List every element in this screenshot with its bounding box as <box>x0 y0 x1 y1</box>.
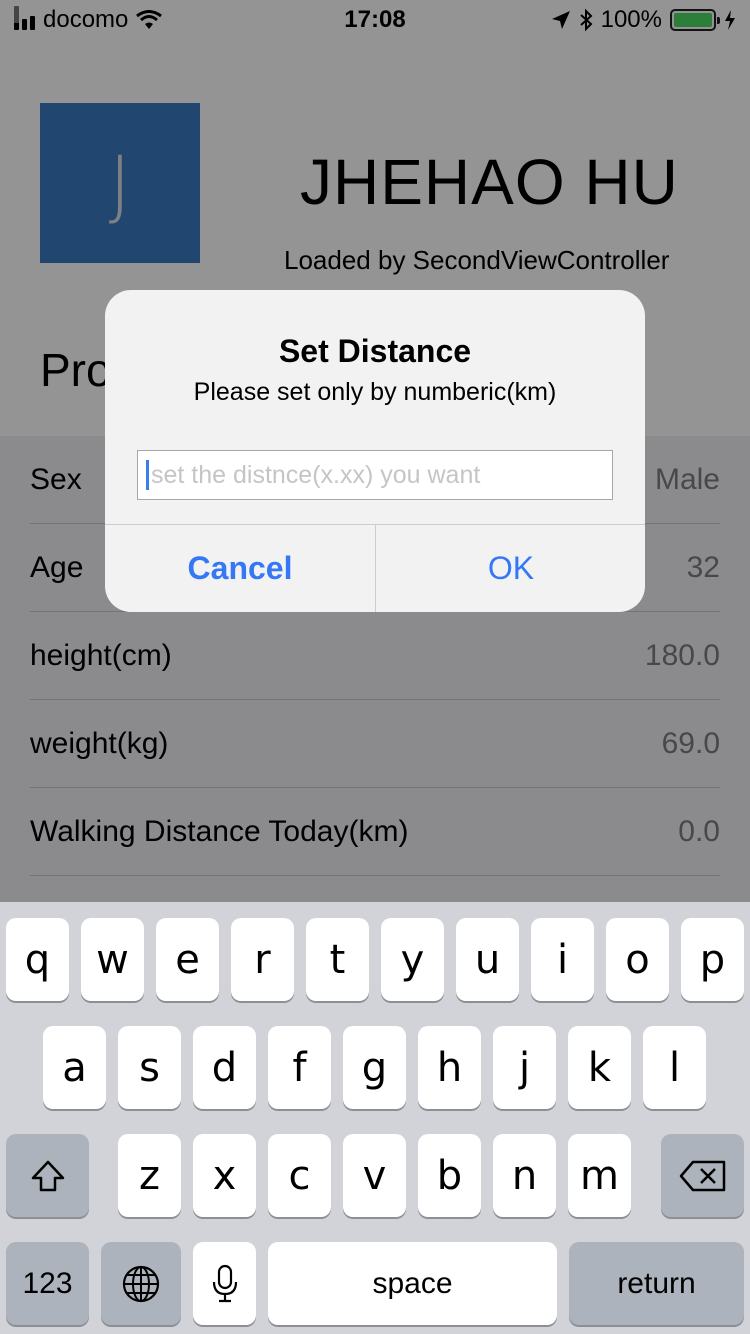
distance-input-placeholder: set the distnce(x.xx) you want <box>151 460 481 489</box>
key-g[interactable]: g <box>343 1026 406 1109</box>
key-x[interactable]: x <box>193 1134 256 1217</box>
key-e[interactable]: e <box>156 918 219 1001</box>
key-o[interactable]: o <box>606 918 669 1001</box>
key-u[interactable]: u <box>456 918 519 1001</box>
key-s[interactable]: s <box>118 1026 181 1109</box>
alert-message: Please set only by numberic(km) <box>193 378 557 406</box>
text-caret <box>146 460 149 490</box>
alert-title: Set Distance <box>278 333 472 369</box>
key-k[interactable]: k <box>568 1026 631 1109</box>
numbers-key[interactable]: 123 <box>6 1242 89 1325</box>
key-l[interactable]: l <box>643 1026 706 1109</box>
dictation-key[interactable] <box>193 1242 256 1325</box>
key-c[interactable]: c <box>268 1134 331 1217</box>
backspace-icon <box>679 1160 725 1191</box>
delete-key[interactable] <box>661 1134 744 1217</box>
key-a[interactable]: a <box>43 1026 106 1109</box>
key-d[interactable]: d <box>193 1026 256 1109</box>
globe-icon <box>122 1265 160 1302</box>
keyboard: q w e r t y u i o p a s d f g h j k l z … <box>0 902 750 1334</box>
cancel-button[interactable]: Cancel <box>105 525 375 612</box>
microphone-icon <box>212 1264 237 1302</box>
distance-input[interactable]: set the distnce(x.xx) you want <box>137 450 613 500</box>
key-w[interactable]: w <box>81 918 144 1001</box>
key-n[interactable]: n <box>493 1134 556 1217</box>
key-z[interactable]: z <box>118 1134 181 1217</box>
key-f[interactable]: f <box>268 1026 331 1109</box>
key-m[interactable]: m <box>568 1134 631 1217</box>
key-h[interactable]: h <box>418 1026 481 1109</box>
shift-key[interactable] <box>6 1134 89 1217</box>
key-t[interactable]: t <box>306 918 369 1001</box>
space-key[interactable]: space <box>268 1242 557 1325</box>
key-v[interactable]: v <box>343 1134 406 1217</box>
key-p[interactable]: p <box>681 918 744 1001</box>
shift-arrow-icon <box>31 1160 64 1191</box>
globe-key[interactable] <box>101 1242 181 1325</box>
ok-button[interactable]: OK <box>376 525 645 612</box>
key-q[interactable]: q <box>6 918 69 1001</box>
key-b[interactable]: b <box>418 1134 481 1217</box>
key-i[interactable]: i <box>531 918 594 1001</box>
key-r[interactable]: r <box>231 918 294 1001</box>
set-distance-alert: Set Distance Please set only by numberic… <box>105 290 645 612</box>
key-y[interactable]: y <box>381 918 444 1001</box>
return-key[interactable]: return <box>569 1242 744 1325</box>
key-j[interactable]: j <box>493 1026 556 1109</box>
